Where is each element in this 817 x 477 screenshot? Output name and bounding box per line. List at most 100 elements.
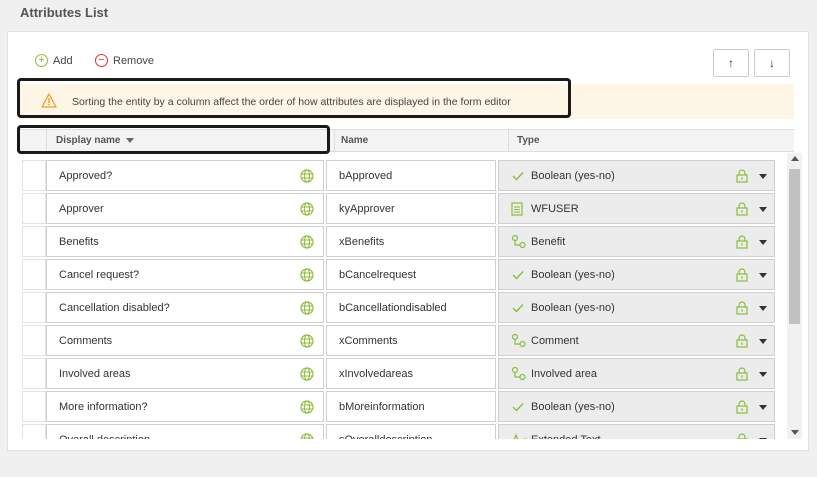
row-selector[interactable] <box>22 391 46 422</box>
chevron-down-icon[interactable] <box>759 438 767 439</box>
chevron-down-icon[interactable] <box>759 339 767 344</box>
lock-icon[interactable] <box>736 235 748 252</box>
type-value: Benefit <box>531 235 566 248</box>
globe-icon[interactable] <box>300 433 314 439</box>
lock-icon[interactable] <box>736 400 748 417</box>
row-selector[interactable] <box>22 259 46 290</box>
table-row[interactable]: Cancel request? bCancelrequest Boolean (ye… <box>17 259 785 292</box>
display-name-cell[interactable]: Approved? <box>46 160 324 191</box>
type-cell[interactable]: Boolean (yes-no) <box>498 160 775 191</box>
add-button[interactable]: + Add <box>35 54 73 67</box>
header-name[interactable]: Name <box>335 130 509 152</box>
display-name-value: Involved areas <box>59 367 131 380</box>
globe-icon[interactable] <box>300 235 314 252</box>
globe-icon[interactable] <box>300 169 314 186</box>
move-up-button[interactable]: ↑ <box>713 49 749 77</box>
move-down-button[interactable]: ↓ <box>754 49 790 77</box>
globe-icon[interactable] <box>300 202 314 219</box>
type-cell[interactable]: Comment <box>498 325 775 356</box>
type-cell[interactable]: Boolean (yes-no) <box>498 259 775 290</box>
table-row[interactable]: Approver kyApprover WFUSER <box>17 193 785 226</box>
globe-icon[interactable] <box>300 301 314 318</box>
lock-icon[interactable] <box>736 433 748 439</box>
row-selector[interactable] <box>22 160 46 191</box>
row-selector[interactable] <box>22 424 46 439</box>
row-selector[interactable] <box>22 226 46 257</box>
scroll-thumb[interactable] <box>789 169 800 324</box>
chevron-down-icon[interactable] <box>759 405 767 410</box>
globe-icon[interactable] <box>300 268 314 285</box>
display-name-value: Comments <box>59 334 113 347</box>
header-type[interactable]: Type <box>509 130 794 152</box>
type-cell[interactable]: Boolean (yes-no) <box>498 391 775 422</box>
type-cell[interactable]: Involved area <box>498 358 775 389</box>
lock-icon[interactable] <box>736 367 748 384</box>
name-cell[interactable]: bApproved <box>326 160 496 191</box>
display-name-cell[interactable]: More information? <box>46 391 324 422</box>
type-value: Extended Text <box>531 434 601 440</box>
display-name-cell[interactable]: Cancel request? <box>46 259 324 290</box>
lock-icon[interactable] <box>736 301 748 318</box>
table-row[interactable]: Approved? bApproved Boolean (yes-no) <box>17 160 785 193</box>
name-cell[interactable]: xInvolvedareas <box>326 358 496 389</box>
name-cell[interactable]: kyApprover <box>326 193 496 224</box>
add-button-label: Add <box>53 54 73 67</box>
chevron-down-icon[interactable] <box>759 174 767 179</box>
name-value: bApproved <box>339 169 393 182</box>
lock-icon[interactable] <box>736 334 748 351</box>
lock-icon[interactable] <box>736 169 748 186</box>
table-row[interactable]: Overall description sOveralldescription Ex… <box>17 424 785 439</box>
globe-icon[interactable] <box>300 334 314 351</box>
lock-icon[interactable] <box>736 202 748 219</box>
display-name-cell[interactable]: Approver <box>46 193 324 224</box>
name-cell[interactable]: sOveralldescription <box>326 424 496 439</box>
name-value: bCancelrequest <box>339 268 417 281</box>
check-type-icon <box>511 169 527 183</box>
globe-icon[interactable] <box>300 367 314 384</box>
globe-icon[interactable] <box>300 400 314 417</box>
type-cell[interactable]: Boolean (yes-no) <box>498 292 775 323</box>
lock-icon[interactable] <box>736 268 748 285</box>
entity-type-icon <box>511 234 527 249</box>
row-selector[interactable] <box>22 358 46 389</box>
display-name-value: Cancel request? <box>59 268 140 281</box>
chevron-down-icon[interactable] <box>759 240 767 245</box>
display-name-cell[interactable]: Cancellation disabled? <box>46 292 324 323</box>
header-display-name[interactable]: Display name <box>47 130 335 152</box>
table-row[interactable]: Involved areas xInvolvedareas Involved are… <box>17 358 785 391</box>
remove-button[interactable]: − Remove <box>95 54 154 67</box>
table-row[interactable]: More information? bMoreinformation Boolean… <box>17 391 785 424</box>
display-name-cell[interactable]: Comments <box>46 325 324 356</box>
type-cell[interactable]: Extended Text <box>498 424 775 439</box>
name-cell[interactable]: bMoreinformation <box>326 391 496 422</box>
chevron-down-icon[interactable] <box>759 306 767 311</box>
name-value: bMoreinformation <box>339 400 425 413</box>
display-name-cell[interactable]: Involved areas <box>46 358 324 389</box>
scroll-down-icon[interactable] <box>791 430 799 435</box>
table-row[interactable]: Cancellation disabled? bCancellationdisab… <box>17 292 785 325</box>
row-selector[interactable] <box>22 325 46 356</box>
display-name-value: Approver <box>59 202 104 215</box>
name-value: kyApprover <box>339 202 395 215</box>
check-type-icon <box>511 400 527 414</box>
table-row[interactable]: Benefits xBenefits Benefit <box>17 226 785 259</box>
row-selector[interactable] <box>22 292 46 323</box>
row-selector[interactable] <box>22 193 46 224</box>
display-name-cell[interactable]: Overall description <box>46 424 324 439</box>
page-title: Attributes List <box>20 5 109 20</box>
type-cell[interactable]: Benefit <box>498 226 775 257</box>
table-row[interactable]: Comments xComments Comment <box>17 325 785 358</box>
chevron-down-icon[interactable] <box>759 207 767 212</box>
name-cell[interactable]: bCancellationdisabled <box>326 292 496 323</box>
header-name-label: Name <box>341 135 369 146</box>
scroll-up-icon[interactable] <box>791 156 799 161</box>
grid-scrollbar[interactable] <box>787 153 802 439</box>
name-cell[interactable]: xBenefits <box>326 226 496 257</box>
chevron-down-icon[interactable] <box>759 273 767 278</box>
chevron-down-icon[interactable] <box>759 372 767 377</box>
name-cell[interactable]: xComments <box>326 325 496 356</box>
display-name-value: More information? <box>59 400 148 413</box>
name-cell[interactable]: bCancelrequest <box>326 259 496 290</box>
type-cell[interactable]: WFUSER <box>498 193 775 224</box>
display-name-cell[interactable]: Benefits <box>46 226 324 257</box>
